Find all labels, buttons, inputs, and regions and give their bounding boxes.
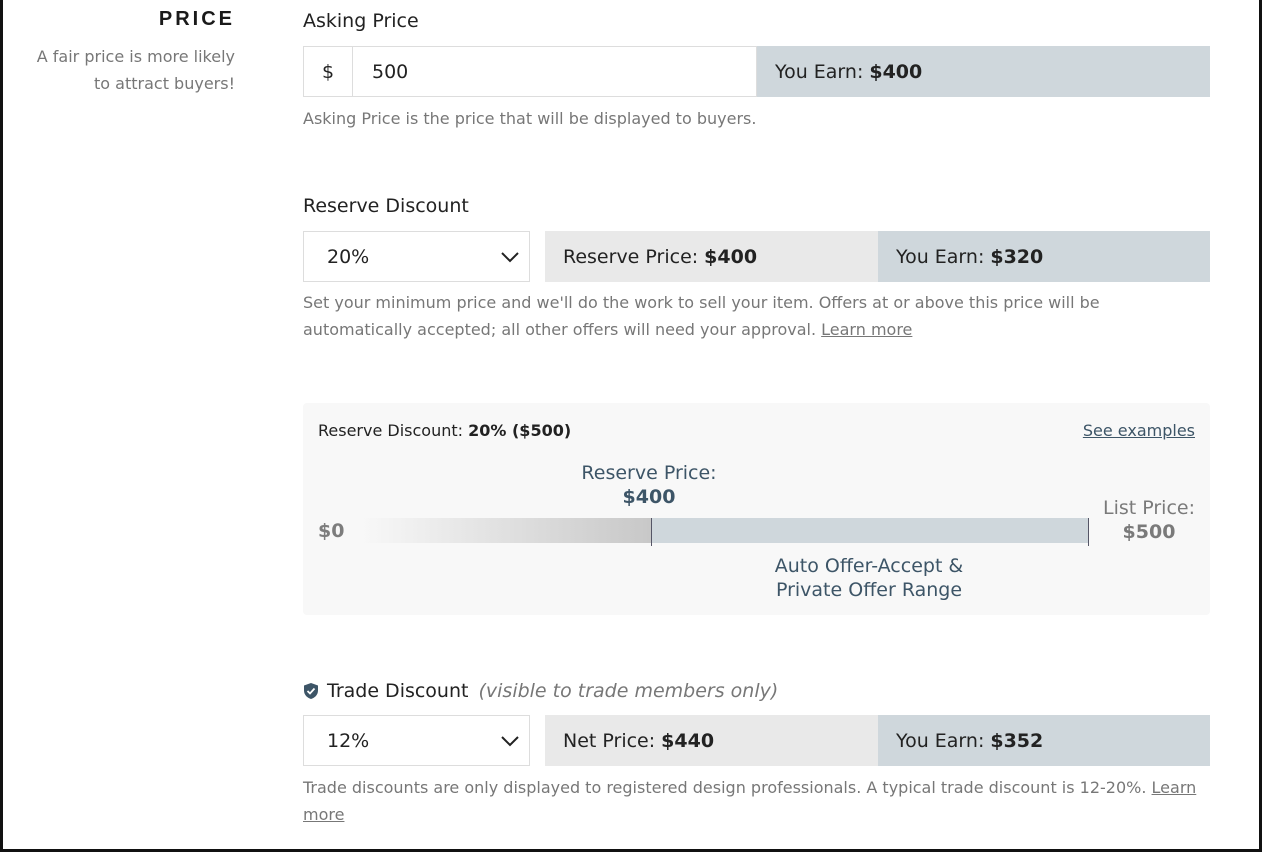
section-title: PRICE: [158, 8, 235, 30]
reserve-help: Set your minimum price and we'll do the …: [303, 289, 1210, 343]
trade-earn-label: You Earn:: [896, 729, 985, 752]
trade-help-text: Trade discounts are only displayed to re…: [303, 778, 1147, 797]
asking-price-field[interactable]: $: [303, 46, 757, 97]
reserve-price-box: Reserve Price: $400: [545, 231, 878, 282]
see-examples-link[interactable]: See examples: [1083, 421, 1195, 440]
list-price-marker-label: List Price: $500: [1103, 496, 1195, 544]
net-price-box: Net Price: $440: [545, 715, 878, 766]
reserve-learn-more-link[interactable]: Learn more: [821, 320, 912, 339]
section-header: PRICE A fair price is more likely to att…: [20, 8, 235, 97]
trade-earn-value: $352: [990, 729, 1044, 752]
asking-price-help: Asking Price is the price that will be d…: [303, 109, 757, 128]
offer-range-line1: Auto Offer-Accept &: [774, 555, 964, 577]
zero-label: $0: [318, 520, 345, 542]
asking-earn-label: You Earn:: [775, 60, 864, 83]
trade-discount-header: Trade Discount (visible to trade members…: [303, 680, 778, 702]
trade-discount-note: (visible to trade members only): [478, 680, 779, 702]
trade-discount-label: Trade Discount: [327, 680, 469, 702]
panel-title-value: 20% ($500): [468, 421, 572, 440]
offer-range-bar: [651, 518, 1089, 543]
list-price-label: List Price:: [1102, 497, 1195, 519]
reserve-price-label: Reserve Price:: [563, 245, 699, 268]
asking-price-label: Asking Price: [303, 10, 419, 32]
net-price-label: Net Price:: [563, 729, 656, 752]
reserve-discount-label: Reserve Discount: [303, 195, 469, 217]
currency-prefix: $: [304, 47, 353, 96]
trade-discount-select[interactable]: 12%: [303, 715, 530, 766]
net-price-value: $440: [661, 729, 715, 752]
reserve-marker-label: Reserve Price:: [581, 462, 717, 484]
reserve-earn-label: You Earn:: [896, 245, 985, 268]
reserve-you-earn: You Earn: $320: [878, 231, 1210, 282]
trade-discount-value: 12%: [327, 729, 370, 752]
offer-range-label: Auto Offer-Accept & Private Offer Range: [749, 554, 989, 602]
below-reserve-gradient: [361, 518, 651, 543]
reserve-discount-value: 20%: [327, 245, 370, 268]
trade-you-earn: You Earn: $352: [878, 715, 1210, 766]
asking-price-input[interactable]: [353, 47, 756, 96]
reserve-help-text: Set your minimum price and we'll do the …: [303, 293, 1100, 339]
reserve-discount-panel: Reserve Discount: 20% ($500) See example…: [303, 403, 1210, 615]
asking-earn-value: $400: [869, 60, 923, 83]
reserve-discount-select[interactable]: 20%: [303, 231, 530, 282]
offer-range-line2: Private Offer Range: [775, 579, 963, 601]
panel-title-label: Reserve Discount:: [318, 421, 464, 440]
reserve-price-marker-label: Reserve Price: $400: [569, 461, 729, 509]
trade-help: Trade discounts are only displayed to re…: [303, 774, 1210, 828]
reserve-earn-value: $320: [990, 245, 1044, 268]
list-price-value: $500: [1122, 521, 1176, 543]
chevron-down-icon: [501, 735, 519, 746]
shield-check-icon: [304, 683, 318, 699]
section-subtitle: A fair price is more likely to attract b…: [36, 47, 235, 93]
asking-you-earn: You Earn: $400: [757, 46, 1210, 97]
list-price-tick: [1088, 518, 1089, 546]
panel-title: Reserve Discount: 20% ($500): [318, 421, 571, 440]
reserve-price-value: $400: [704, 245, 758, 268]
reserve-marker-value: $400: [622, 486, 676, 508]
chevron-down-icon: [501, 251, 519, 262]
reserve-tick: [651, 518, 652, 546]
